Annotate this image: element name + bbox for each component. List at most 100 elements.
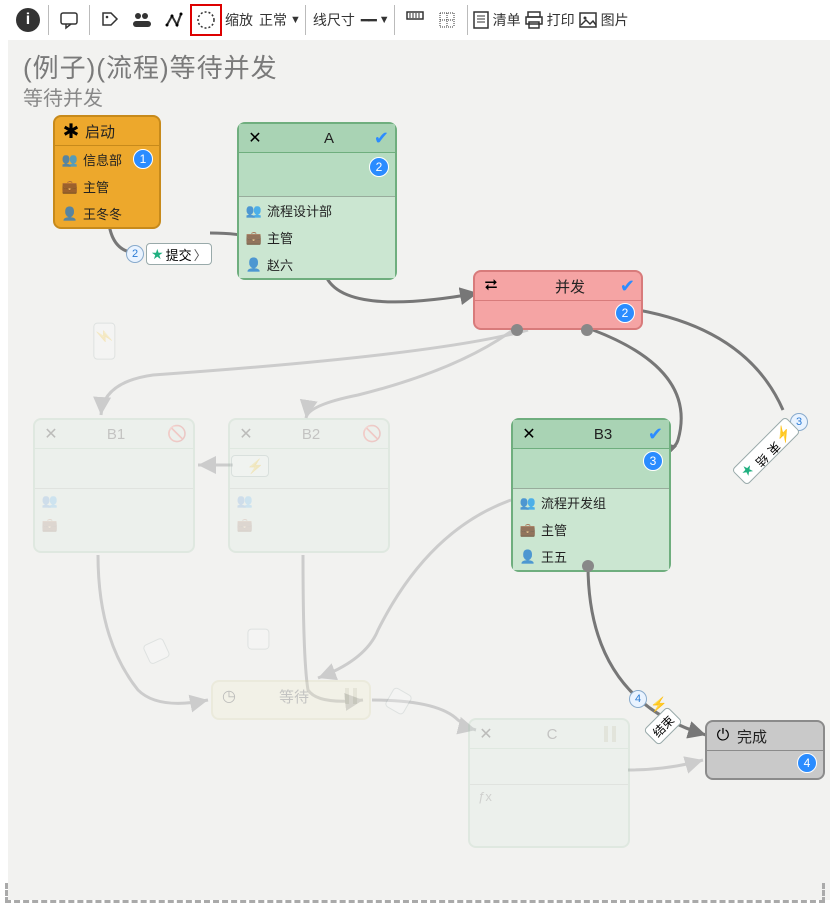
- node-c[interactable]: ✕C ƒx: [468, 718, 630, 848]
- info-icon[interactable]: i: [16, 8, 40, 32]
- canvas[interactable]: i 缩放 正常 ▼ 线尺寸 ━━ ▼ 清单 打印 图片 (例子)(流程)等待并发…: [8, 0, 830, 900]
- image-label: 图片: [598, 10, 632, 30]
- node-b1-title: B1: [65, 426, 167, 443]
- shuffle-icon: ✕: [41, 424, 61, 444]
- fork-icon: ⮂: [481, 276, 501, 296]
- linesize-label: 线尺寸: [310, 10, 358, 30]
- linesize-value[interactable]: ━━: [358, 12, 379, 29]
- bolt-icon: ⚡: [96, 328, 113, 345]
- port: [511, 324, 523, 336]
- badge: 2: [615, 303, 635, 323]
- check-icon: ✔: [648, 424, 663, 445]
- person-icon: 👤: [519, 549, 537, 565]
- print-label: 打印: [544, 10, 578, 30]
- node-a[interactable]: ✕A ✔ 2 👥流程设计部 💼主管 👤赵六: [237, 122, 397, 280]
- port: [582, 560, 594, 572]
- check-icon: ✔: [374, 128, 389, 149]
- node-c-title: C: [500, 726, 604, 743]
- row: 主管: [541, 520, 567, 539]
- list-icon[interactable]: 清单: [472, 4, 524, 36]
- person-icon: 👤: [61, 206, 79, 222]
- row: 流程开发组: [541, 493, 606, 512]
- edge-label: 提交: [166, 245, 192, 264]
- node-end[interactable]: ⏻完成 4: [705, 720, 825, 780]
- forbidden-icon: 🚫: [167, 424, 187, 444]
- path-icon[interactable]: [158, 4, 190, 36]
- clock-icon: ◷: [219, 686, 239, 706]
- node-wait[interactable]: ◷等待: [211, 680, 371, 720]
- node-branch[interactable]: ⮂并发 ✔ 2: [473, 270, 643, 330]
- person-icon: 👤: [245, 257, 263, 273]
- badge: 1: [133, 149, 153, 169]
- node-start[interactable]: ✱启动 👥信息部 💼主管 👤王冬冬 1: [53, 115, 161, 229]
- row: 王冬冬: [83, 204, 122, 223]
- row: 赵六: [267, 255, 293, 274]
- pause-icon: [345, 688, 363, 704]
- node-b2[interactable]: ✕B2🚫 👥 💼: [228, 418, 390, 553]
- edge-faded: [384, 686, 413, 715]
- node-wait-title: 等待: [243, 686, 345, 707]
- node-end-title: 完成: [737, 726, 817, 747]
- ruler-icon[interactable]: [399, 4, 431, 36]
- node-b2-title: B2: [260, 426, 362, 443]
- node-b3[interactable]: ✕B3 ✔ 3 👥流程开发组 💼主管 👤王五: [511, 418, 671, 572]
- selection-frame: [5, 883, 825, 903]
- forbidden-icon: 🚫: [362, 424, 382, 444]
- chevron-right-icon: 〉: [194, 245, 207, 264]
- briefcase-icon: 💼: [519, 522, 537, 538]
- users-icon: 👥: [245, 203, 263, 219]
- edge-faded: ⚡: [93, 323, 115, 360]
- node-a-title: A: [269, 130, 389, 147]
- grid-icon[interactable]: [431, 4, 463, 36]
- badge: 3: [643, 451, 663, 471]
- tag-icon[interactable]: [94, 4, 126, 36]
- zoom-dropdown-icon[interactable]: ▼: [290, 14, 301, 26]
- users-icon[interactable]: [126, 4, 158, 36]
- badge: 4: [797, 753, 817, 773]
- shuffle-icon: ✕: [476, 724, 496, 744]
- linesize-dropdown-icon[interactable]: ▼: [379, 14, 390, 26]
- power-icon: ⏻: [713, 726, 733, 746]
- shuffle-icon: ✕: [519, 424, 539, 444]
- edge-badge: 4: [629, 690, 647, 708]
- node-branch-title: 并发: [505, 276, 635, 297]
- page-title: (例子)(流程)等待并发: [23, 48, 278, 85]
- check-icon: ✔: [620, 276, 635, 297]
- node-b3-title: B3: [543, 426, 663, 443]
- zoom-value[interactable]: 正常: [256, 10, 290, 30]
- edge-label: 结束: [649, 711, 678, 740]
- edge-faded: [142, 637, 171, 665]
- node-b1[interactable]: ✕B1🚫 👥 💼: [33, 418, 195, 553]
- briefcase-icon: 💼: [61, 179, 79, 195]
- page-subtitle: 等待并发: [23, 82, 103, 111]
- pause-icon: [604, 726, 622, 742]
- users-icon: 👥: [61, 152, 79, 168]
- briefcase-icon: 💼: [245, 230, 263, 246]
- list-label: 清单: [490, 10, 524, 30]
- asterisk-icon: ✱: [61, 121, 81, 141]
- row: 流程设计部: [267, 201, 332, 220]
- users-icon: 👥: [519, 495, 537, 511]
- edge-badge: 2: [126, 245, 144, 263]
- row: 主管: [83, 177, 109, 196]
- edge-faded: [247, 629, 269, 650]
- edge-faded: ⚡: [231, 455, 269, 477]
- shuffle-icon: ✕: [236, 424, 256, 444]
- row: 信息部: [83, 150, 122, 169]
- badge: 2: [369, 157, 389, 177]
- row: 主管: [267, 228, 293, 247]
- star-icon: ★: [151, 246, 164, 263]
- marquee-icon[interactable]: [190, 4, 222, 36]
- edge-submit[interactable]: ★ 提交 〉: [146, 243, 212, 265]
- shuffle-icon: ✕: [245, 128, 265, 148]
- image-icon[interactable]: 图片: [578, 4, 632, 36]
- zoom-label: 缩放: [222, 10, 256, 30]
- port: [581, 324, 593, 336]
- row: 王五: [541, 547, 567, 566]
- comment-icon[interactable]: [53, 4, 85, 36]
- print-icon[interactable]: 打印: [524, 4, 578, 36]
- edge-end-1[interactable]: ★ 结束 ⚡: [731, 416, 800, 485]
- toolbar: i 缩放 正常 ▼ 线尺寸 ━━ ▼ 清单 打印 图片: [8, 0, 830, 40]
- node-start-title: 启动: [85, 121, 153, 142]
- bolt-icon: ⚡: [247, 458, 264, 475]
